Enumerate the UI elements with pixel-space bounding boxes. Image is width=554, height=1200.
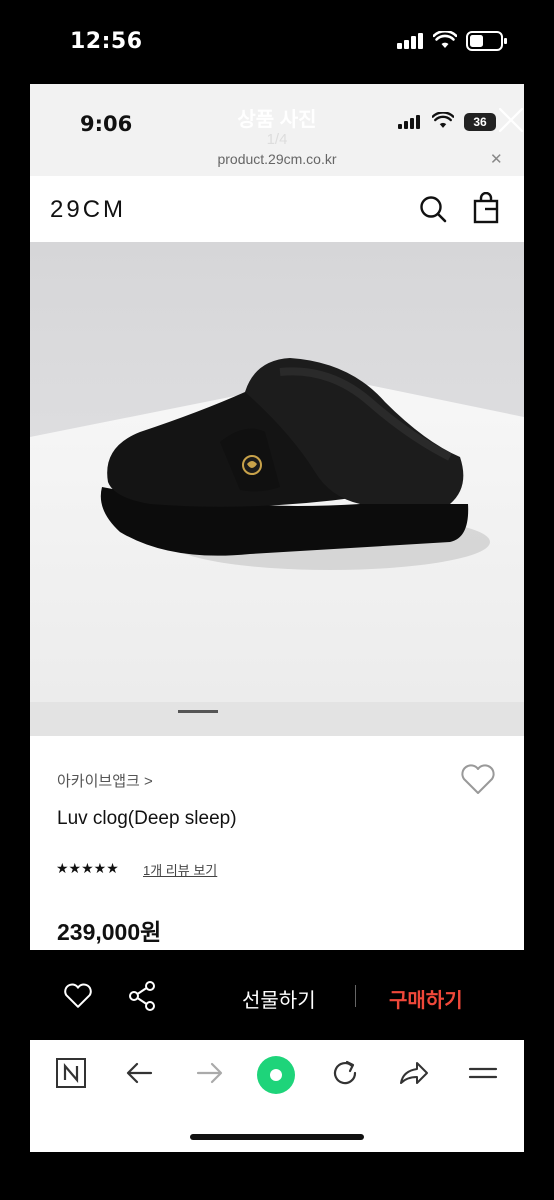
url-close-icon[interactable]: ✕ [490,150,503,168]
search-icon[interactable] [418,194,448,224]
signal-icon [397,33,423,49]
back-arrow-icon[interactable] [124,1057,156,1089]
heart-outline-icon[interactable] [460,763,496,795]
share-icon[interactable] [128,981,156,1011]
green-dot-icon[interactable] [256,1055,296,1095]
clog-photo [30,242,524,736]
wifi-icon [433,31,457,48]
photo-counter: 1/4 [266,131,288,148]
product-name: Luv clog(Deep sleep) [57,808,237,829]
n-home-icon[interactable] [55,1057,87,1089]
rating-stars: ★★★★★ [56,860,119,876]
buy-button[interactable]: 구매하기 [389,984,463,1013]
product-image[interactable] [30,242,524,736]
product-price: 239,000원 [57,919,162,945]
site-header: 29CM [30,176,524,242]
review-link[interactable]: 1개 리뷰 보기 [143,860,217,879]
outer-clock: 12:56 [70,29,143,54]
overlay-title: 상품 사진 [237,109,317,131]
action-divider [355,985,356,1007]
menu-icon[interactable] [467,1057,499,1089]
brand-link[interactable]: 아카이브앱크 > [57,770,153,791]
action-bar: 선물하기 구매하기 [30,952,524,1040]
reload-icon[interactable] [329,1057,361,1089]
home-indicator [190,1134,364,1140]
gift-button[interactable]: 선물하기 [242,984,316,1013]
url-bar[interactable]: product.29cm.co.kr [30,151,524,167]
shopping-bag-icon[interactable] [472,192,500,224]
battery-icon [466,31,507,51]
carousel-indicator [178,710,218,713]
screenshot-frame: 9:06 36 product.29cm.co.kr ✕ 29CM 아카이브앱크… [30,84,524,950]
share-arrow-icon[interactable] [397,1057,431,1089]
wishlist-heart-icon[interactable] [63,982,93,1010]
product-info: 아카이브앱크 > Luv clog(Deep sleep) ★★★★★ 1개 리… [30,736,524,950]
site-logo[interactable]: 29CM [50,196,126,224]
outer-status-bar: 12:56 [0,0,554,84]
forward-arrow-icon[interactable] [193,1057,225,1089]
close-icon[interactable] [497,106,525,134]
